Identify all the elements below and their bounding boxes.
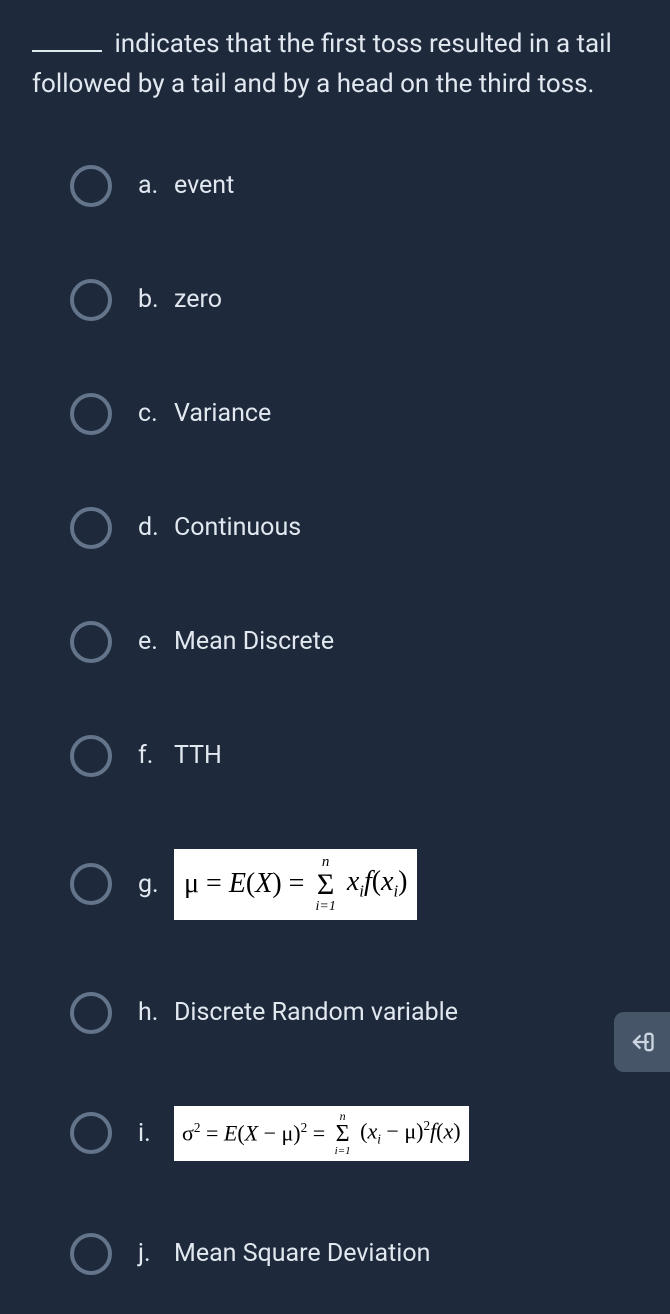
radio-button[interactable] — [70, 507, 112, 549]
option-letter: b. — [138, 285, 174, 314]
option-letter: a. — [138, 171, 174, 200]
radio-button[interactable] — [70, 1233, 112, 1275]
sigma-icon: nΣi=1 — [335, 1110, 351, 1157]
radio-button[interactable] — [70, 735, 112, 777]
sigma-icon: nΣi=1 — [315, 855, 335, 914]
option-row[interactable]: c. Variance — [70, 393, 642, 435]
option-letter: h. — [138, 998, 174, 1027]
logout-icon — [628, 1028, 656, 1056]
option-row[interactable]: h. Discrete Random variable — [70, 992, 642, 1034]
radio-button[interactable] — [70, 863, 112, 905]
option-letter: i. — [138, 1119, 174, 1148]
option-letter: g. — [138, 870, 174, 899]
options-list: a. event b. zero c. Variance d. Continuo… — [0, 105, 670, 1275]
question-stem: indicates that the first toss resulted i… — [0, 0, 670, 105]
option-letter: c. — [138, 399, 174, 428]
radio-button[interactable] — [70, 621, 112, 663]
option-row[interactable]: b. zero — [70, 279, 642, 321]
option-formula-mean: μ = E(X) = nΣi=1 xif(xi) — [174, 849, 417, 920]
radio-button[interactable] — [70, 165, 112, 207]
radio-button[interactable] — [70, 393, 112, 435]
option-row[interactable]: d. Continuous — [70, 507, 642, 549]
option-letter: e. — [138, 627, 174, 656]
option-row[interactable]: j. Mean Square Deviation — [70, 1233, 642, 1275]
radio-button[interactable] — [70, 992, 112, 1034]
radio-button[interactable] — [70, 1112, 112, 1154]
option-row[interactable]: i. σ2 = E(X − μ)2 = nΣi=1 (xi − μ)2f(x) — [70, 1106, 642, 1161]
option-row[interactable]: e. Mean Discrete — [70, 621, 642, 663]
option-letter: d. — [138, 513, 174, 542]
option-letter: j. — [138, 1239, 174, 1268]
option-text: Continuous — [174, 513, 301, 542]
option-row[interactable]: a. event — [70, 165, 642, 207]
option-letter: f. — [138, 741, 174, 770]
option-row[interactable]: f. TTH — [70, 735, 642, 777]
blank-fill — [32, 50, 102, 52]
option-text: TTH — [174, 741, 222, 770]
option-text: zero — [174, 285, 222, 314]
option-text: Discrete Random variable — [174, 998, 458, 1027]
option-row[interactable]: g. μ = E(X) = nΣi=1 xif(xi) — [70, 849, 642, 920]
option-text: Mean Square Deviation — [174, 1239, 430, 1268]
option-formula-variance: σ2 = E(X − μ)2 = nΣi=1 (xi − μ)2f(x) — [174, 1106, 469, 1161]
side-tab-button[interactable] — [614, 1012, 670, 1072]
option-text: Variance — [174, 399, 271, 428]
radio-button[interactable] — [70, 279, 112, 321]
option-text: event — [174, 171, 234, 200]
option-text: Mean Discrete — [174, 627, 334, 656]
question-text: indicates that the first toss resulted i… — [32, 29, 612, 99]
